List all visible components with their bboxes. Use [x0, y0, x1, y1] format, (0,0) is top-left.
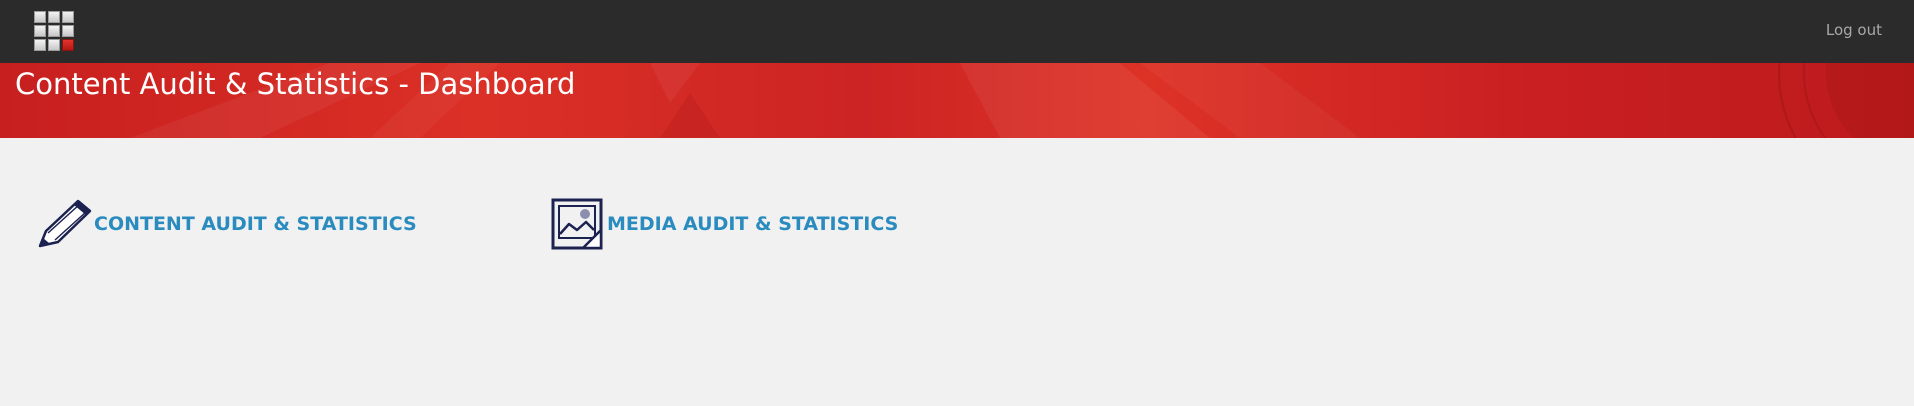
logout-link[interactable]: Log out: [1826, 21, 1882, 39]
content-audit-link[interactable]: CONTENT AUDIT & STATISTICS: [38, 198, 417, 250]
top-bar: Log out: [0, 0, 1914, 63]
grid-cell: [34, 39, 46, 51]
media-audit-link[interactable]: MEDIA AUDIT & STATISTICS: [551, 198, 898, 250]
grid-cell: [62, 11, 74, 23]
grid-cell: [48, 11, 60, 23]
page-header-banner: Content Audit & Statistics - Dashboard: [0, 63, 1914, 138]
dashboard-content: CONTENT AUDIT & STATISTICS MEDIA AUDIT &…: [0, 138, 1914, 406]
media-audit-label: MEDIA AUDIT & STATISTICS: [607, 213, 899, 235]
grid-cell-active: [62, 39, 74, 51]
pencil-icon: [38, 198, 92, 250]
grid-cell: [34, 11, 46, 23]
grid-cell: [34, 25, 46, 37]
grid-cell: [62, 25, 74, 37]
content-audit-label: CONTENT AUDIT & STATISTICS: [94, 213, 417, 235]
grid-cell: [48, 25, 60, 37]
page-title: Content Audit & Statistics - Dashboard: [15, 67, 576, 101]
grid-cell: [48, 39, 60, 51]
app-grid-icon[interactable]: [33, 10, 75, 52]
image-icon: [551, 198, 605, 250]
